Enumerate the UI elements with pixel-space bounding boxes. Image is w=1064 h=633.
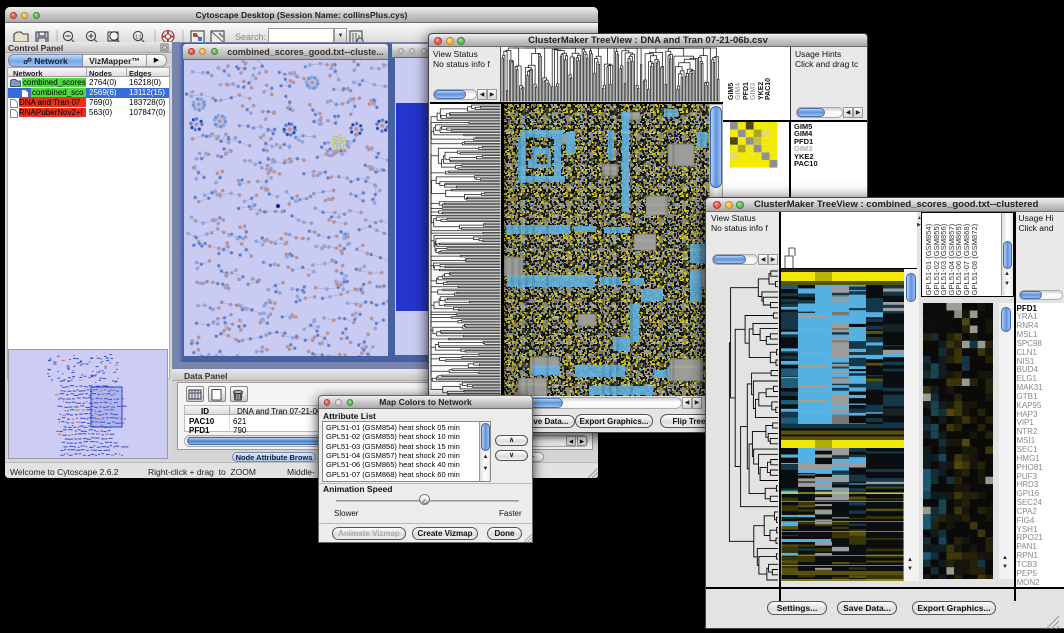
svg-text:Search:: Search: bbox=[235, 32, 266, 42]
svg-text:1:1: 1:1 bbox=[135, 35, 142, 41]
